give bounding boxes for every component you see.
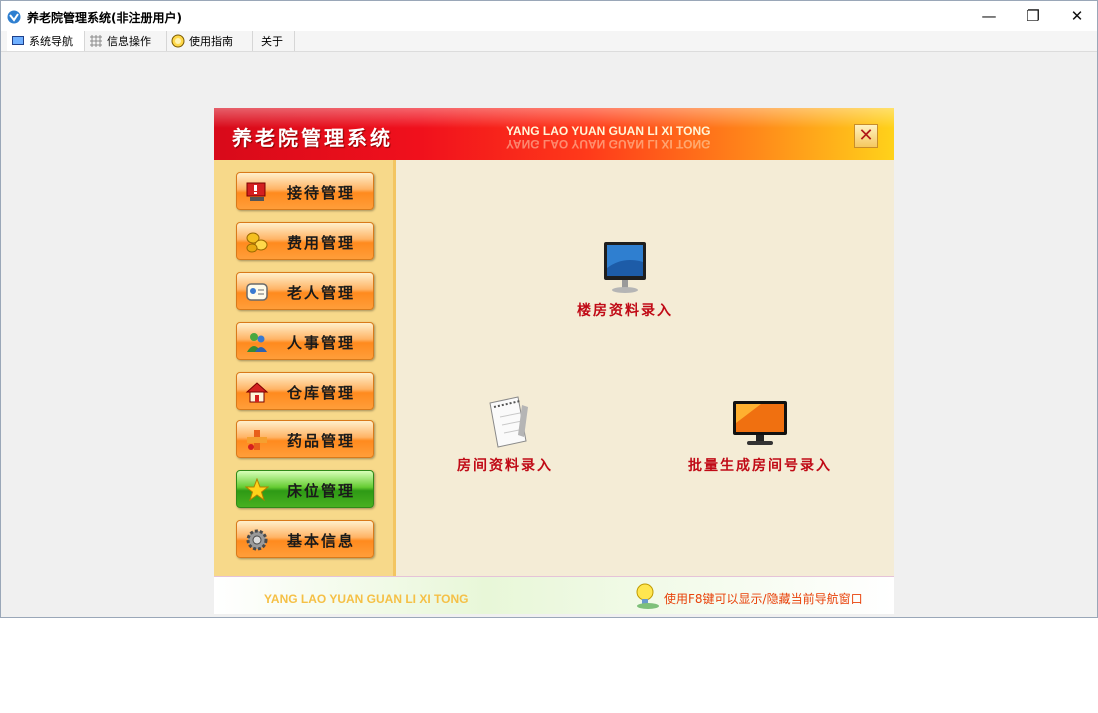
building-data-entry-label: 楼房资料录入 <box>577 303 673 319</box>
widescreen-monitor-icon <box>733 401 787 445</box>
room-data-entry-label: 房间资料录入 <box>457 458 553 474</box>
gear-icon <box>246 529 268 551</box>
navigation-panel: 养老院管理系统 YANG LAO YUAN GUAN LI XI TONG YA… <box>214 108 894 614</box>
room-data-entry[interactable]: 房间资料录入 <box>440 393 570 475</box>
lightbulb-icon <box>636 583 659 609</box>
panel-close-button[interactable]: ✕ <box>854 124 878 148</box>
sidebar-item-reception[interactable]: 接待管理 <box>236 172 374 210</box>
app-window: 养老院管理系统(非注册用户) — ❐ ✕ 系统导航 信息操作 使用指南 关于 养… <box>0 0 1098 618</box>
sidebar-item-elderly[interactable]: 老人管理 <box>236 272 374 310</box>
minimize-button[interactable]: — <box>967 1 1011 31</box>
menu-item-about[interactable]: 关于 <box>253 31 295 51</box>
title-bar: 养老院管理系统(非注册用户) — ❐ ✕ <box>1 1 1097 31</box>
people-icon <box>247 333 267 352</box>
panel-title: 养老院管理系统 <box>232 126 393 150</box>
sidebar-item-label: 床位管理 <box>287 482 356 500</box>
app-logo-icon <box>7 10 21 24</box>
sidebar: 接待管理 费用管理 老人管理 人事管理 仓库管理 药品管理 床位管理 基本信息 <box>214 160 396 576</box>
panel-subtitle: YANG LAO YUAN GUAN LI XI TONG <box>506 124 711 138</box>
coins-icon <box>246 232 268 253</box>
menu-item-guide[interactable]: 使用指南 <box>167 31 253 51</box>
menu-item-system-nav[interactable]: 系统导航 <box>7 31 85 51</box>
menu-bar: 系统导航 信息操作 使用指南 关于 <box>1 31 1097 52</box>
panel-header: 养老院管理系统 YANG LAO YUAN GUAN LI XI TONG YA… <box>214 108 894 160</box>
panel-subtitle-reflection: YANG LAO YUAN GUAN LI XI TONG <box>506 137 711 151</box>
building-data-entry[interactable]: 楼房资料录入 <box>560 238 690 320</box>
footer-subtitle: YANG LAO YUAN GUAN LI XI TONG <box>264 592 469 606</box>
monitor-icon <box>12 36 24 45</box>
f8-hint-text: 使用F8键可以显示/隐藏当前导航窗口 <box>664 592 863 606</box>
sidebar-item-label: 老人管理 <box>287 284 356 302</box>
maximize-button[interactable]: ❐ <box>1011 1 1055 31</box>
help-icon <box>171 34 185 48</box>
panel-footer: YANG LAO YUAN GUAN LI XI TONG 使用F8键可以显示/… <box>214 576 894 614</box>
batch-room-number-entry-label: 批量生成房间号录入 <box>688 458 832 474</box>
close-window-button[interactable]: ✕ <box>1055 1 1098 31</box>
sidebar-item-label: 费用管理 <box>287 234 356 252</box>
menu-label: 信息操作 <box>107 35 151 48</box>
sidebar-item-fees[interactable]: 费用管理 <box>236 222 374 260</box>
batch-room-number-entry[interactable]: 批量生成房间号录入 <box>680 393 840 475</box>
sidebar-item-warehouse[interactable]: 仓库管理 <box>236 372 374 410</box>
sidebar-item-basic-info[interactable]: 基本信息 <box>236 520 374 558</box>
sidebar-item-label: 人事管理 <box>287 334 356 352</box>
client-area: 养老院管理系统 YANG LAO YUAN GUAN LI XI TONG YA… <box>1 52 1097 617</box>
notepad-icon <box>489 396 528 448</box>
menu-label: 关于 <box>261 35 283 48</box>
sidebar-item-label: 仓库管理 <box>287 384 356 402</box>
monitor-icon <box>604 242 646 293</box>
menu-label: 使用指南 <box>189 35 233 48</box>
sidebar-item-medicine[interactable]: 药品管理 <box>236 420 374 458</box>
sidebar-item-label: 接待管理 <box>287 184 356 202</box>
reception-icon <box>246 182 266 201</box>
star-icon <box>245 478 269 502</box>
menu-label: 系统导航 <box>29 35 73 48</box>
house-icon <box>245 382 269 403</box>
menu-item-info-ops[interactable]: 信息操作 <box>85 31 167 51</box>
sidebar-item-hr[interactable]: 人事管理 <box>236 322 374 360</box>
sidebar-item-label: 基本信息 <box>287 532 356 550</box>
window-title: 养老院管理系统(非注册用户) <box>27 11 182 25</box>
sidebar-item-beds[interactable]: 床位管理 <box>236 470 374 508</box>
medicine-icon <box>247 430 267 450</box>
contact-card-icon <box>246 283 268 301</box>
sidebar-item-label: 药品管理 <box>287 432 356 450</box>
grid-icon <box>90 35 102 47</box>
